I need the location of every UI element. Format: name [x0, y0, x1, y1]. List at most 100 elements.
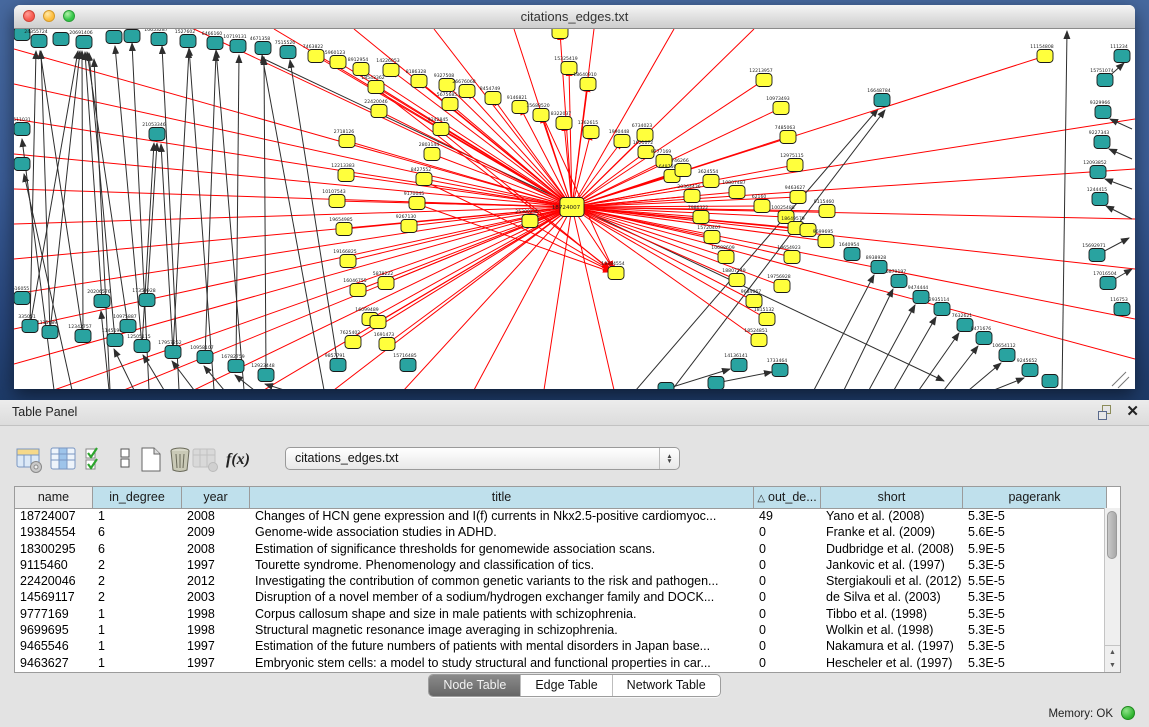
table-row[interactable]: 2242004622012Investigating the contribut…: [15, 573, 1105, 589]
graph-node[interactable]: 1640954: [839, 242, 860, 261]
graph-node[interactable]: 8471676: [971, 326, 992, 345]
graph-node[interactable]: [658, 383, 674, 390]
select-columns-icon[interactable]: [84, 446, 112, 474]
graph-node[interactable]: 10958107: [190, 345, 213, 364]
graph-node[interactable]: 2935114: [929, 297, 950, 316]
graph-node[interactable]: 6879197: [886, 269, 907, 288]
column-header-name[interactable]: name: [15, 487, 93, 508]
graph-node[interactable]: 20206576: [87, 289, 110, 308]
function-builder-icon[interactable]: f(x): [226, 446, 254, 474]
scrollbar-thumb[interactable]: [1107, 511, 1117, 559]
scroll-up-icon[interactable]: ▲: [1109, 649, 1116, 656]
graph-node[interactable]: 10654112: [992, 343, 1015, 362]
graph-node[interactable]: 5960123: [325, 50, 346, 69]
graph-node[interactable]: 8938928: [866, 255, 887, 274]
row-height-icon[interactable]: [113, 446, 141, 474]
graph-node[interactable]: 15688520: [526, 103, 549, 122]
graph-node[interactable]: 10973493: [766, 96, 789, 115]
graph-node[interactable]: [53, 33, 69, 46]
table-row[interactable]: 1872400712008Changes of HCN gene express…: [15, 508, 1105, 524]
float-panel-icon[interactable]: [1098, 405, 1114, 420]
graph-node[interactable]: 15325419: [554, 56, 577, 75]
new-table-icon[interactable]: [138, 446, 166, 474]
graph-node[interactable]: 10653287: [144, 29, 167, 46]
graph-node[interactable]: 15692971: [1082, 243, 1105, 262]
table-row[interactable]: 1938455462009Genome-wide association stu…: [15, 524, 1105, 540]
graph-node[interactable]: 3624554: [698, 169, 719, 188]
network-graph[interactable]: 1872400774638225960123891295414226053185…: [14, 29, 1135, 389]
graph-node[interactable]: [106, 31, 122, 44]
graph-node[interactable]: 111234: [1110, 44, 1130, 63]
graph-node[interactable]: 8454749: [480, 86, 501, 105]
table-row[interactable]: 946554611997Estimation of the future num…: [15, 638, 1105, 654]
graph-node[interactable]: 1115689: [37, 320, 58, 339]
network-table-select[interactable]: citations_edges.txt ▲▼: [285, 447, 680, 470]
graph-node[interactable]: 9474444: [908, 285, 929, 304]
column-header-in_degree[interactable]: in_degree: [93, 487, 182, 508]
graph-node[interactable]: 12093852: [1083, 160, 1106, 179]
graph-node[interactable]: 9857791: [325, 353, 346, 372]
graph-node[interactable]: 8131074: [547, 29, 568, 39]
graph-node[interactable]: 20511031: [14, 117, 31, 136]
tab-edge-table[interactable]: Edge Table: [521, 675, 612, 696]
graph-node[interactable]: 1815132: [754, 307, 775, 326]
graph-node[interactable]: 16648784: [867, 88, 890, 107]
table-row[interactable]: 977716911998Corpus callosum shape and si…: [15, 606, 1105, 622]
graph-node[interactable]: 9329966: [1090, 100, 1111, 119]
tab-network-table[interactable]: Network Table: [613, 675, 720, 696]
graph-node[interactable]: 2616055: [14, 286, 30, 305]
graph-node[interactable]: 9146821: [507, 95, 528, 114]
graph-node[interactable]: 6734023: [632, 123, 653, 142]
graph-node[interactable]: 17359928: [132, 288, 155, 307]
window-titlebar[interactable]: citations_edges.txt: [14, 5, 1135, 29]
graph-node[interactable]: 12213383: [331, 163, 354, 182]
graph-node[interactable]: 7515526: [275, 40, 296, 59]
graph-node[interactable]: 16046755: [343, 278, 366, 297]
graph-node[interactable]: 12213957: [749, 68, 772, 87]
graph-node[interactable]: 20691406: [69, 30, 92, 49]
graph-node[interactable]: 9115460: [814, 199, 835, 218]
graph-node[interactable]: 19654985: [329, 217, 352, 236]
graph-node[interactable]: 14226053: [376, 58, 399, 77]
graph-node[interactable]: 18524851: [744, 328, 767, 347]
table-row[interactable]: 969969511998Structural magnetic resonanc…: [15, 622, 1105, 638]
column-header-out_de[interactable]: △out_de...: [754, 487, 821, 508]
graph-node[interactable]: 116753: [1110, 297, 1130, 316]
graph-node[interactable]: 8322037: [551, 111, 572, 130]
graph-node[interactable]: [14, 158, 30, 171]
tab-node-table[interactable]: Node Table: [429, 675, 521, 696]
graph-node[interactable]: 2803144: [419, 142, 440, 161]
graph-node[interactable]: 10807487: [722, 180, 745, 199]
graph-node[interactable]: 12975115: [780, 153, 803, 172]
graph-node[interactable]: [370, 316, 386, 329]
graph-node[interactable]: 9684067: [741, 289, 762, 308]
column-header-short[interactable]: short: [821, 487, 963, 508]
graph-node[interactable]: 9699695: [813, 229, 834, 248]
graph-node[interactable]: 7986322: [688, 205, 709, 224]
show-columns-icon[interactable]: [50, 446, 78, 474]
graph-node[interactable]: 335051: [18, 314, 38, 333]
graph-node[interactable]: 9227343: [1089, 130, 1110, 149]
graph-node[interactable]: 9245652: [1017, 358, 1038, 377]
graph-node[interactable]: [708, 377, 724, 390]
column-header-title[interactable]: title: [250, 487, 754, 508]
graph-node[interactable]: 8427552: [411, 167, 432, 186]
column-header-year[interactable]: year: [182, 487, 250, 508]
graph-node[interactable]: [124, 30, 140, 43]
table-row[interactable]: 911546021997Tourette syndrome. Phenomeno…: [15, 557, 1105, 573]
graph-node[interactable]: 2718126: [334, 129, 355, 148]
graph-node[interactable]: 1691473: [374, 332, 395, 351]
column-header-pagerank[interactable]: pagerank: [963, 487, 1107, 508]
graph-node[interactable]: 16782759: [221, 354, 244, 373]
table-row[interactable]: 946362711997Embryonic stem cells: a mode…: [15, 655, 1105, 671]
table-settings-icon[interactable]: [16, 446, 44, 474]
graph-node[interactable]: 7463822: [303, 44, 324, 63]
graph-node[interactable]: 62160: [752, 194, 770, 213]
graph-node[interactable]: [1042, 375, 1058, 388]
graph-node[interactable]: 15716485: [393, 353, 416, 372]
graph-node[interactable]: 19756928: [767, 274, 790, 293]
graph-node[interactable]: 10719131: [223, 34, 246, 53]
graph-node[interactable]: 4671358: [250, 36, 271, 55]
graph-node[interactable]: 8912954: [348, 57, 369, 76]
graph-node[interactable]: 8186328: [406, 69, 427, 88]
